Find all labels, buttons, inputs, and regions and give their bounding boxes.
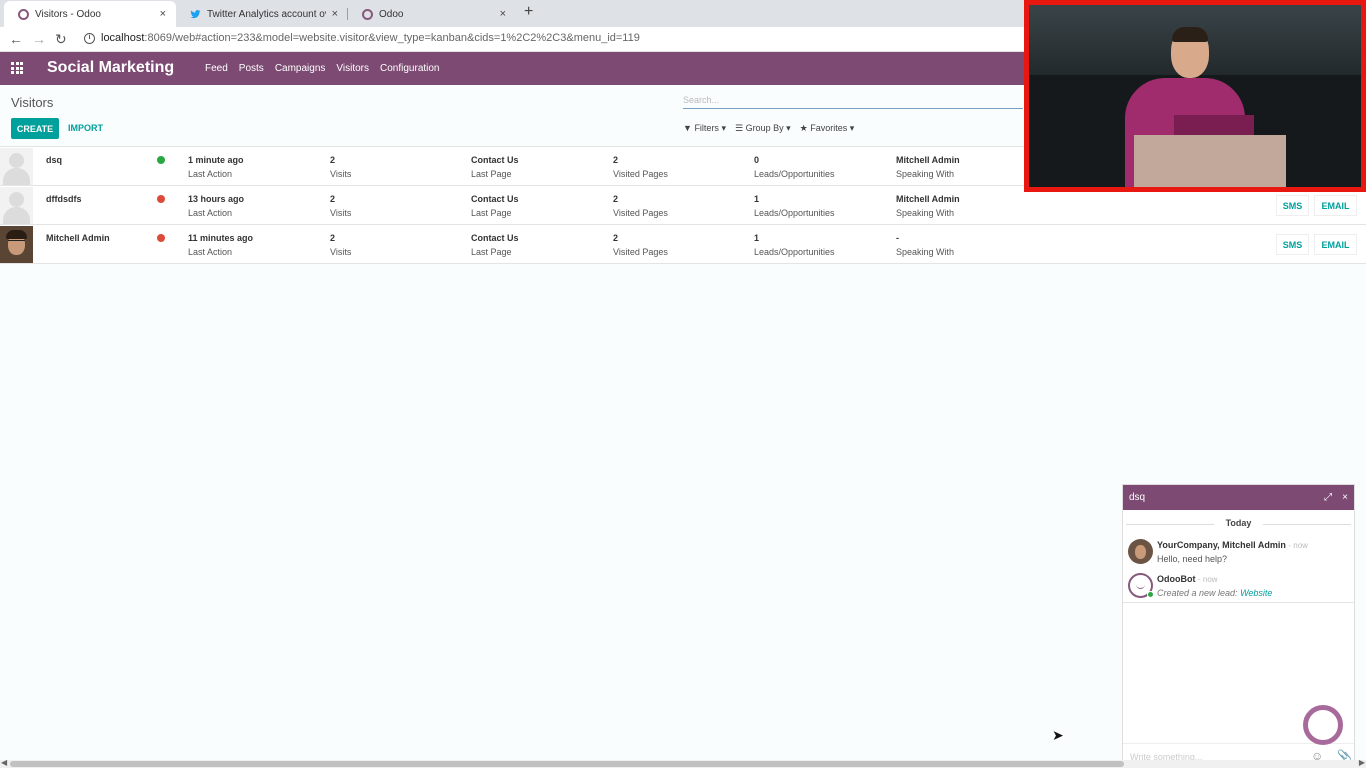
- message-author: OdooBot: [1157, 574, 1196, 584]
- reload-icon[interactable]: ↻: [55, 31, 67, 48]
- app-title[interactable]: Social Marketing: [47, 59, 174, 77]
- visitor-name: Mitchell Admin: [46, 233, 110, 243]
- last-action-cell: 11 minutes ago Last Action: [188, 233, 254, 257]
- star-icon: ★: [799, 123, 808, 133]
- chat-divider: [1123, 602, 1354, 603]
- close-icon[interactable]: ×: [500, 8, 506, 20]
- last-action-cell: 13 hours ago Last Action: [188, 194, 245, 218]
- visits-cell: 2 Visits: [330, 233, 352, 257]
- message-author: YourCompany, Mitchell Admin: [1157, 540, 1286, 550]
- webcam-video-overlay: [1024, 0, 1366, 192]
- visits-cell: 2 Visits: [330, 194, 352, 218]
- browser-tab-visitors[interactable]: Visitors - Odoo ×: [4, 1, 176, 27]
- scroll-left-icon[interactable]: ◀: [1, 758, 7, 767]
- visits-cell: 2 Visits: [330, 155, 352, 179]
- browser-tab-twitter[interactable]: Twitter Analytics account ove ×: [176, 1, 348, 27]
- recording-indicator-icon: [1303, 705, 1343, 745]
- search-input[interactable]: Search...: [683, 91, 1023, 109]
- scroll-right-icon[interactable]: ▶: [1359, 758, 1365, 767]
- url-field[interactable]: i localhost:8069/web#action=233&model=we…: [84, 32, 640, 44]
- group-by-dropdown[interactable]: ☰ Group By ▾: [735, 123, 791, 134]
- email-button[interactable]: EMAIL: [1314, 234, 1357, 255]
- visited-pages-cell: 2 Visited Pages: [613, 233, 668, 257]
- twitter-icon: [190, 9, 201, 18]
- list-divider: [0, 263, 1366, 264]
- visitor-name: dsq: [46, 155, 63, 165]
- message-text: Created a new lead:: [1157, 588, 1241, 598]
- create-button[interactable]: CREATE: [11, 118, 59, 139]
- chat-header[interactable]: dsq ⤢ ×: [1123, 485, 1354, 510]
- menu-item-configuration[interactable]: Configuration: [380, 63, 439, 74]
- close-icon[interactable]: ×: [1342, 492, 1348, 503]
- last-action-cell: 1 minute ago Last Action: [188, 155, 244, 179]
- scrollbar-thumb[interactable]: [10, 761, 1124, 767]
- menu-item-posts[interactable]: Posts: [239, 63, 264, 74]
- chat-day-separator: Today: [1123, 518, 1354, 528]
- avatar: [0, 148, 33, 185]
- close-icon[interactable]: ×: [332, 8, 338, 20]
- offline-status-dot: [157, 195, 165, 203]
- import-button[interactable]: IMPORT: [68, 123, 103, 133]
- tab-title: Odoo: [379, 8, 404, 20]
- expand-icon[interactable]: ⤢: [1324, 492, 1332, 503]
- tab-title: Visitors - Odoo: [35, 8, 101, 20]
- visited-pages-cell: 2 Visited Pages: [613, 194, 668, 218]
- sms-button[interactable]: SMS: [1276, 195, 1309, 216]
- lead-link[interactable]: Website: [1240, 588, 1272, 598]
- avatar: [0, 226, 33, 263]
- email-button[interactable]: EMAIL: [1314, 195, 1357, 216]
- leads-cell: 1 Leads/Opportunities: [754, 194, 835, 218]
- avatar: [1128, 539, 1153, 564]
- favorites-dropdown[interactable]: ★ Favorites ▾: [800, 123, 855, 134]
- speaking-with-cell: Mitchell Admin Speaking With: [896, 155, 960, 179]
- forward-arrow-icon[interactable]: →: [32, 31, 46, 47]
- close-icon[interactable]: ×: [160, 8, 166, 20]
- search-options: ▼ Filters ▾ ☰ Group By ▾ ★ Favorites ▾: [683, 123, 854, 134]
- last-page-cell: Contact Us Last Page: [471, 155, 519, 179]
- apps-menu-icon[interactable]: [11, 62, 24, 74]
- back-arrow-icon[interactable]: ←: [9, 31, 23, 47]
- menu-item-feed[interactable]: Feed: [205, 63, 228, 74]
- message-time: - now: [1288, 541, 1308, 550]
- info-icon[interactable]: i: [84, 32, 95, 44]
- url-path: :8069/web#action=233&model=website.visit…: [144, 32, 640, 44]
- odoo-icon: [362, 8, 373, 20]
- odoobot-icon: [1128, 573, 1154, 598]
- odoo-icon: [18, 8, 29, 20]
- offline-status-dot: [157, 234, 165, 242]
- message-text: Hello, need help?: [1157, 554, 1228, 564]
- menu-item-campaigns[interactable]: Campaigns: [275, 63, 326, 74]
- filter-icon: ▼: [683, 123, 692, 133]
- speaking-with-cell: - Speaking With: [896, 233, 955, 257]
- visitor-name: dffdsdfs: [46, 194, 82, 204]
- filters-dropdown[interactable]: ▼ Filters ▾: [683, 123, 726, 134]
- horizontal-scrollbar[interactable]: ◀ ▶: [0, 758, 1366, 768]
- chat-title: dsq: [1129, 492, 1146, 503]
- menu-item-visitors[interactable]: Visitors: [336, 63, 369, 74]
- online-status-dot: [157, 156, 165, 164]
- speaking-with-cell: Mitchell Admin Speaking With: [896, 194, 960, 218]
- visited-pages-cell: 2 Visited Pages: [613, 155, 668, 179]
- top-menu: Feed Posts Campaigns Visitors Configurat…: [205, 63, 440, 74]
- mouse-cursor-icon: ➤: [1052, 727, 1064, 743]
- new-tab-button[interactable]: +: [524, 3, 533, 21]
- list-icon: ☰: [734, 123, 744, 133]
- tab-title: Twitter Analytics account ove: [207, 8, 326, 20]
- url-host: localhost: [101, 32, 145, 44]
- breadcrumb: Visitors: [11, 95, 54, 110]
- message-time: - now: [1198, 575, 1218, 584]
- leads-cell: 1 Leads/Opportunities: [754, 233, 835, 257]
- sms-button[interactable]: SMS: [1276, 234, 1309, 255]
- visitor-row[interactable]: Mitchell Admin 11 minutes ago Last Action…: [0, 224, 1366, 263]
- last-page-cell: Contact Us Last Page: [471, 233, 519, 257]
- last-page-cell: Contact Us Last Page: [471, 194, 519, 218]
- avatar: [0, 187, 33, 224]
- browser-tab-odoo[interactable]: Odoo ×: [348, 1, 516, 27]
- leads-cell: 0 Leads/Opportunities: [754, 155, 835, 179]
